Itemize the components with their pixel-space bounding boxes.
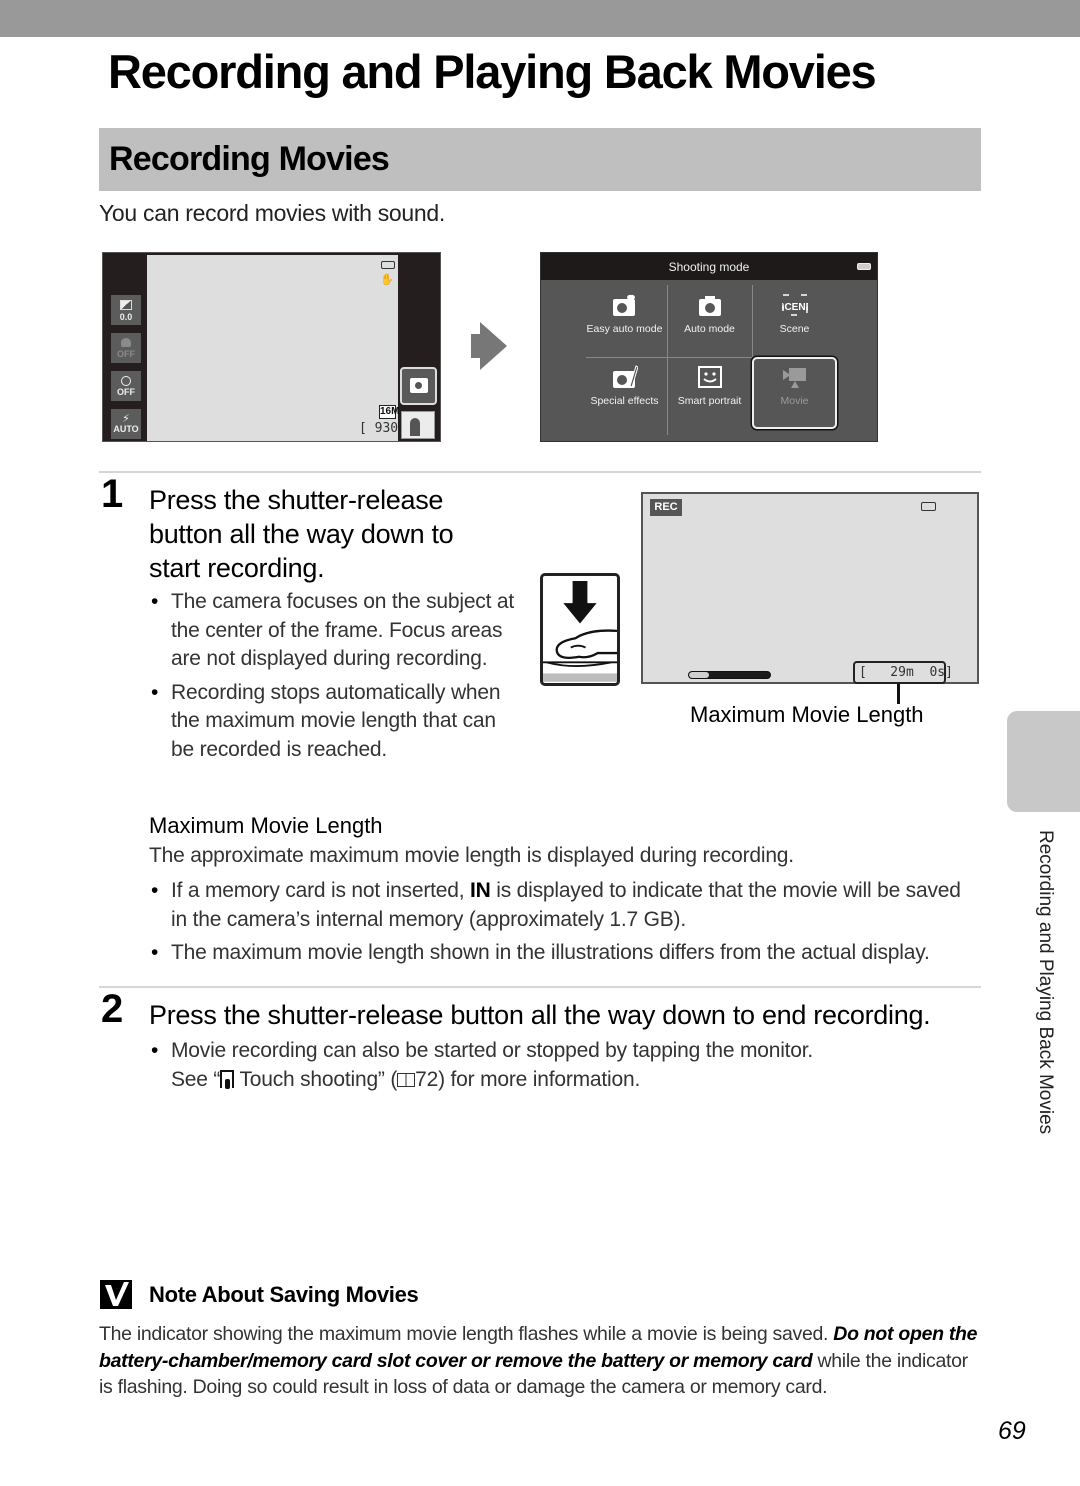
bullet-item: The camera focuses on the subject at the…	[149, 588, 514, 674]
section-header: Recording Movies	[99, 128, 981, 191]
mode-auto: Auto mode	[667, 285, 752, 355]
mode-easy-auto: Easy auto mode	[582, 285, 667, 355]
step-2-number: 2	[101, 987, 124, 1031]
section-title: Recording Movies	[109, 140, 390, 178]
mode-smart-portrait: Smart portrait	[667, 357, 752, 427]
internal-memory-indicator: IN	[469, 879, 491, 902]
callout-label: Maximum Movie Length	[690, 702, 924, 727]
arrow-right-icon	[471, 322, 507, 370]
rec-indicator: REC	[650, 499, 682, 516]
bullet-item: Movie recording can also be started or s…	[149, 1037, 979, 1094]
bullet-item: The maximum movie length shown in the il…	[149, 939, 979, 968]
touch-shooting-icon	[220, 1069, 235, 1089]
battery-icon	[921, 502, 936, 511]
step-1-number: 1	[101, 472, 124, 516]
intro-text: You can record movies with sound.	[99, 200, 445, 226]
svg-text:SCENE: SCENE	[782, 302, 808, 313]
viewfinder	[147, 255, 398, 441]
flash-label: AUTO	[113, 424, 139, 434]
selection-frame	[752, 357, 837, 429]
divider-rule	[99, 471, 981, 473]
max-length-paragraph: The approximate maximum movie length is …	[149, 844, 794, 867]
bullet-item: Recording stops automatically when the m…	[149, 679, 514, 765]
shooting-mode-button	[400, 367, 437, 405]
flash-auto-icon: ⚡ AUTO	[111, 409, 141, 439]
step-2-heading: Press the shutter-release button all the…	[149, 1000, 931, 1030]
chapter-tab	[1007, 711, 1080, 812]
shutter-press-icon	[540, 573, 620, 686]
macro-off-icon: OFF	[111, 333, 141, 363]
top-band	[0, 0, 1080, 37]
self-timer-off-icon: OFF	[111, 371, 141, 401]
recording-progress-bar	[688, 671, 771, 679]
shooting-screen-illustration: 0.0 OFF OFF ⚡ AUTO ✋ 16M [ 930]	[102, 252, 441, 442]
step-1-bullets: The camera focuses on the subject at the…	[149, 588, 514, 769]
exposure-value: 0.0	[119, 312, 133, 322]
exposure-compensation-icon: 0.0	[111, 295, 141, 325]
menu-header: Shooting mode	[541, 253, 877, 280]
camera-icon	[698, 296, 721, 316]
easy-auto-icon	[410, 378, 428, 393]
chapter-tab-label: Recording and Playing Back Movies	[1035, 830, 1056, 1135]
self-timer-label: OFF	[117, 387, 135, 397]
page-number: 69	[998, 1417, 1026, 1445]
macro-label: OFF	[117, 349, 135, 359]
playback-thumbnail	[401, 411, 435, 439]
divider-rule	[99, 986, 981, 988]
shooting-mode-menu-illustration: Shooting mode Easy auto mode Auto mode S…	[540, 252, 878, 442]
shots-remaining: [ 930]	[359, 421, 406, 436]
max-length-heading: Maximum Movie Length	[149, 813, 383, 838]
max-length-bullets: If a memory card is not inserted, IN is …	[149, 877, 979, 973]
note-title: Note About Saving Movies	[149, 1282, 419, 1307]
progress-fill	[689, 672, 710, 678]
image-size-icon: 16M	[379, 405, 400, 419]
mode-special-effects: Special effects	[582, 357, 667, 427]
step-1-heading: Press the shutter-release button all the…	[149, 485, 454, 583]
chapter-title: Recording and Playing Back Movies	[108, 45, 877, 98]
scene-icon: SCENE	[782, 294, 808, 316]
book-icon	[397, 1072, 416, 1087]
battery-icon	[381, 261, 395, 269]
smart-portrait-icon	[697, 366, 722, 388]
special-effects-icon	[612, 365, 638, 388]
vibration-reduction-icon: ✋	[380, 274, 394, 286]
remaining-time: [ 29m 0s]	[853, 661, 953, 684]
checkmark-icon	[100, 1280, 132, 1309]
battery-icon	[857, 263, 871, 270]
recording-screen-illustration: REC [ 29m 0s]	[641, 492, 979, 684]
mode-scene: SCENE Scene	[752, 285, 837, 355]
bullet-item: If a memory card is not inserted, IN is …	[149, 877, 979, 934]
step-2-bullets: Movie recording can also be started or s…	[149, 1037, 979, 1099]
callout-line	[897, 684, 900, 704]
easy-auto-icon	[612, 294, 635, 316]
menu-title: Shooting mode	[668, 260, 750, 274]
note-body: The indicator showing the maximum movie …	[99, 1323, 978, 1398]
